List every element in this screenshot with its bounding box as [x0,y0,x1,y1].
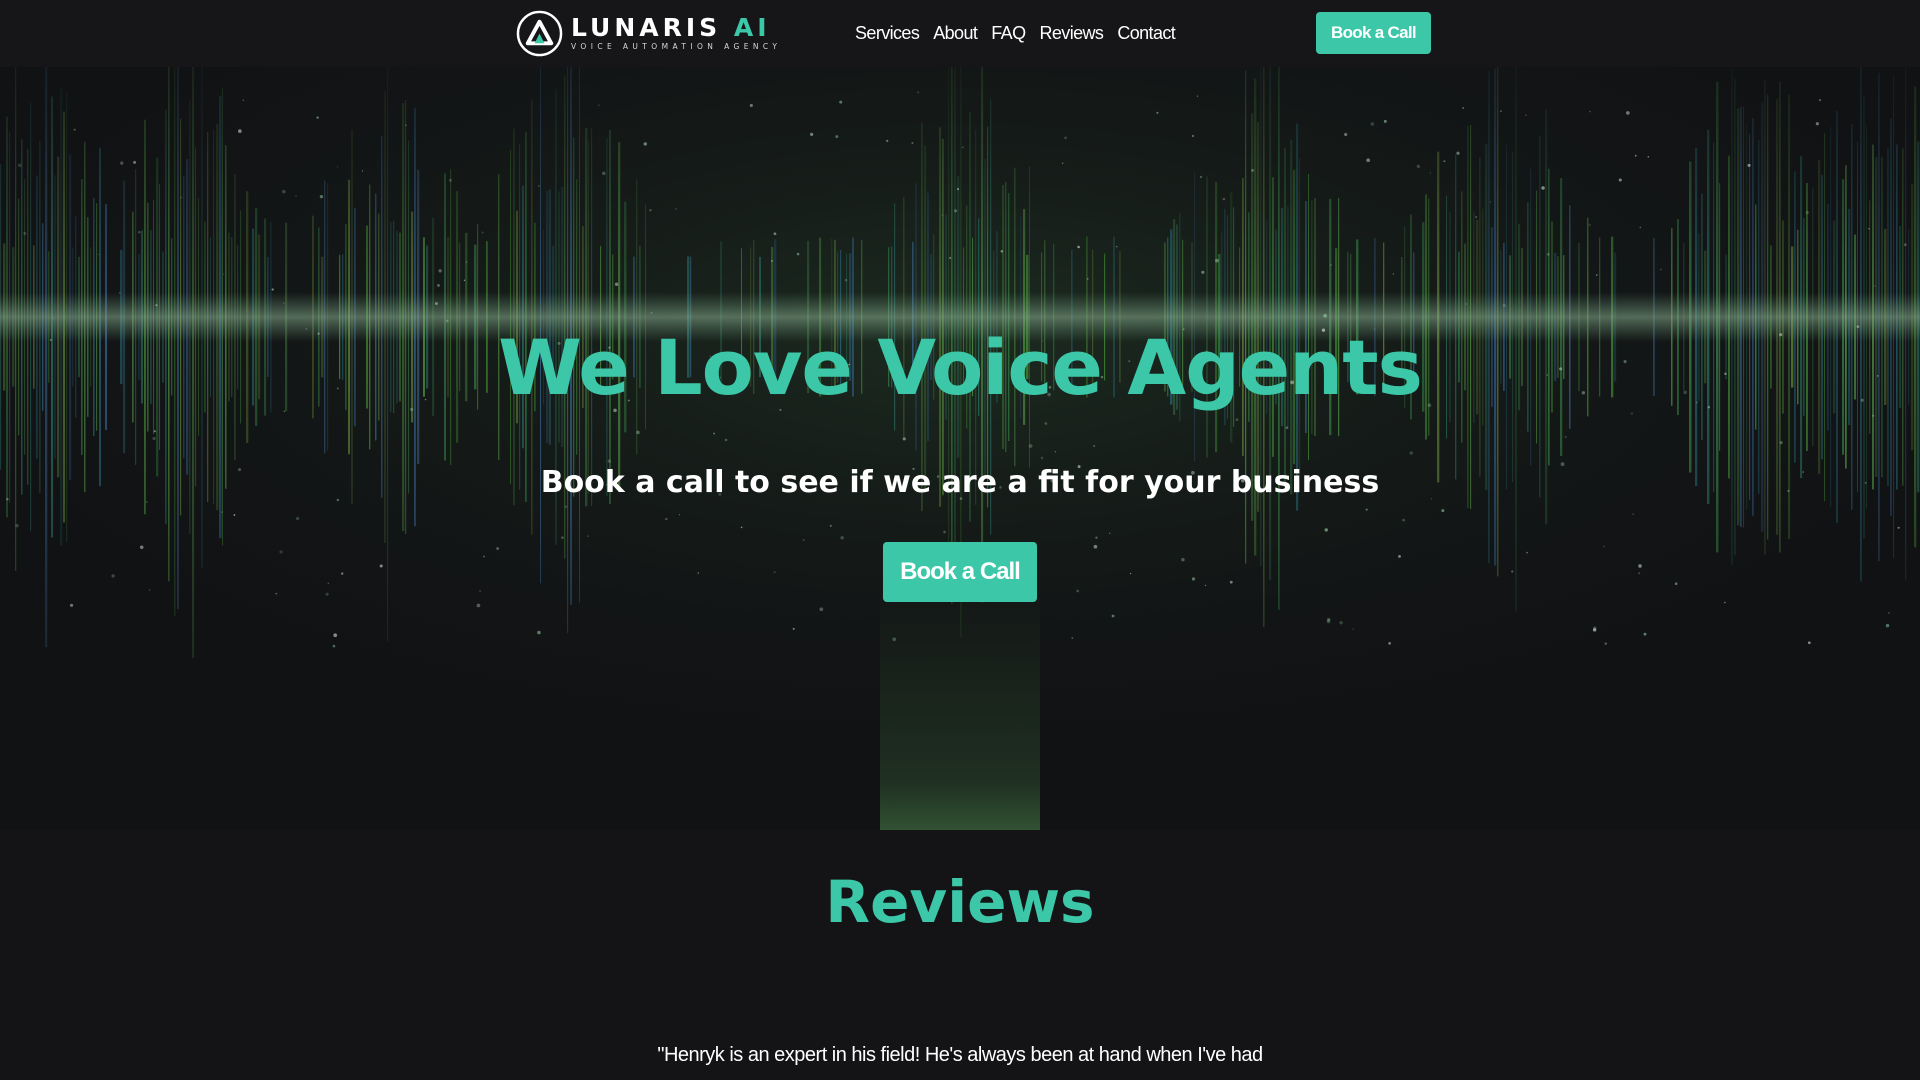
hero-book-call-button[interactable]: Book a Call [883,542,1037,602]
nav-link-contact[interactable]: Contact [1117,21,1175,45]
logo[interactable]: LUNARIS AI VOICE AUTOMATION AGENCY [516,9,781,57]
main-nav: Services About FAQ Reviews Contact [855,21,1189,45]
nav-link-services[interactable]: Services [855,21,920,45]
hero-subtitle: Book a call to see if we are a fit for y… [540,465,1380,500]
hero-section: We Love Voice Agents Book a call to see … [0,67,1920,830]
nav-link-faq[interactable]: FAQ [991,21,1026,45]
nav-link-reviews[interactable]: Reviews [1040,21,1104,45]
reviews-title: Reviews [825,868,1095,936]
logo-tagline: VOICE AUTOMATION AGENCY [571,41,782,51]
review-quote: "Henryk is an expert in his field! He's … [657,1044,1263,1066]
sound-wave-background [0,67,1920,830]
site-header: LUNARIS AI VOICE AUTOMATION AGENCY Servi… [0,0,1920,67]
reviews-section: Reviews "Henryk is an expert in his fiel… [0,830,1920,1080]
nav-link-about[interactable]: About [933,21,978,45]
logo-name: LUNARIS AI [571,12,771,42]
hero-title: We Love Voice Agents [498,323,1423,412]
header-book-call-button[interactable]: Book a Call [1316,12,1431,54]
logo-mark-icon [516,10,563,56]
